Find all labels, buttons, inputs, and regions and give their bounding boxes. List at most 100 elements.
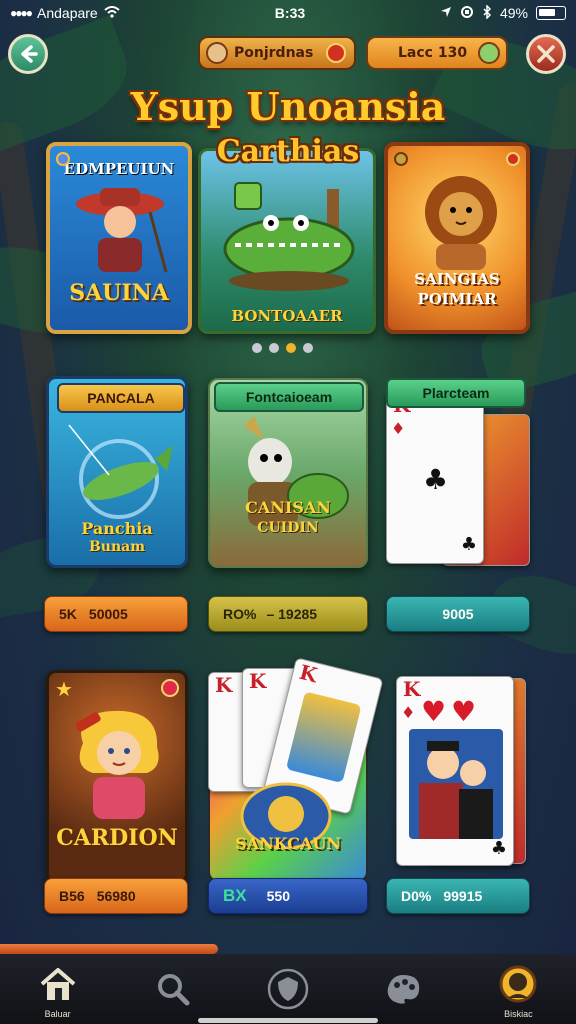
- stat-value: – 19285: [266, 606, 318, 622]
- featured-card-lion[interactable]: SAINGIAS POIMIAR: [384, 142, 530, 334]
- game-card-subtitle: Bunam: [88, 539, 146, 555]
- profile-badge-icon: [499, 965, 537, 1003]
- card-rank: K: [215, 673, 233, 697]
- page-title: Ysup Unoansia: [130, 84, 446, 129]
- tools-button[interactable]: [526, 34, 566, 74]
- featured-card-crocodile[interactable]: BONTOAAER: [198, 148, 376, 334]
- game-card-royal[interactable]: K ♦ ♥ ♥ ♣: [386, 672, 530, 882]
- shield-icon: [267, 968, 309, 1010]
- nav-home[interactable]: Baluar: [23, 957, 93, 1021]
- carousel-pager[interactable]: [252, 343, 313, 353]
- player-avatar: [206, 42, 228, 64]
- star-icon: ★: [55, 677, 73, 701]
- game-card-sankcaun[interactable]: K K K SANKCAUN: [208, 657, 384, 882]
- stat-pill[interactable]: 9005: [386, 596, 530, 632]
- currency-pill-right[interactable]: Lacc 130: [366, 36, 508, 70]
- carrier-name: Andapare: [37, 5, 98, 21]
- signal-icon: ●●●●: [10, 6, 33, 20]
- progress-bar: [0, 944, 218, 954]
- diamond-icon: ♦: [391, 419, 406, 438]
- nav-search[interactable]: [138, 957, 208, 1021]
- goblin-illustration: [244, 416, 349, 526]
- gem-badge-icon: [326, 43, 346, 63]
- rotation-lock-icon: [460, 5, 474, 22]
- game-card-title: CANISAN: [245, 498, 331, 517]
- stat-pill[interactable]: D0% 99915: [386, 878, 530, 914]
- stat-value: 50005: [88, 606, 128, 622]
- featured-card-name: POIMIAR: [417, 290, 497, 308]
- featured-card-fisherman[interactable]: EDMPEUIUN SAUINA: [46, 142, 192, 334]
- status-time: B:33: [274, 5, 306, 21]
- club-icon: ♣: [490, 838, 507, 859]
- battery-percent: 49%: [499, 5, 528, 21]
- home-indicator: [198, 1018, 378, 1023]
- stat-pill[interactable]: BX 550: [208, 878, 368, 914]
- stat-prefix: RO%: [223, 606, 257, 622]
- game-card-title: CARDION: [56, 825, 178, 851]
- heart-icon: ♥: [451, 695, 477, 728]
- stat-prefix: D0%: [401, 888, 432, 904]
- playing-card: K ♦ ♥ ♥ ♣: [396, 676, 514, 866]
- location-icon: [440, 5, 452, 21]
- page-subtitle: Carthias: [216, 134, 360, 169]
- pager-dot[interactable]: [269, 343, 279, 353]
- game-card-fontcaioeam[interactable]: Fontcaioeam CANISAN CUIDIN: [208, 378, 368, 568]
- pager-dot-active[interactable]: [286, 343, 296, 353]
- stat-prefix: BX: [223, 886, 247, 905]
- wifi-icon: [104, 5, 120, 21]
- friend-avatar: [478, 42, 500, 64]
- stat-pill[interactable]: 5K 50005: [44, 596, 188, 632]
- game-card-plarcteam[interactable]: Plarcteam K ♦ ♣ ♣: [386, 378, 530, 568]
- jack-figure-icon: [285, 691, 362, 784]
- search-icon: [157, 974, 190, 1006]
- home-icon: [40, 968, 75, 1000]
- nav-profile-label: Biskiac: [504, 1009, 533, 1019]
- pager-dot[interactable]: [252, 343, 262, 353]
- bluetooth-icon: [482, 3, 492, 22]
- game-card-ribbon: Fontcaioeam: [214, 382, 364, 412]
- currency-right-label: Lacc 130: [398, 45, 468, 61]
- stat-pill[interactable]: RO% – 19285: [208, 596, 368, 632]
- fish-illustration: [68, 424, 173, 519]
- crossed-tools-icon: [537, 45, 555, 63]
- royal-couple-illustration: [409, 729, 503, 839]
- back-button[interactable]: [8, 34, 48, 74]
- club-icon: ♣: [423, 463, 449, 496]
- playing-card: K ♦ ♣ ♣: [386, 392, 484, 564]
- game-card-ribbon: Plarcteam: [386, 378, 526, 408]
- palette-icon: [387, 975, 420, 1004]
- nav-palette[interactable]: [368, 957, 438, 1021]
- battery-icon: [536, 6, 566, 20]
- nav-profile[interactable]: Biskiac: [483, 957, 553, 1021]
- crocodile-illustration: [223, 182, 355, 291]
- stat-prefix: B56: [59, 888, 85, 904]
- lion-illustration: [425, 176, 497, 270]
- stat-value: 550: [266, 888, 290, 904]
- featured-card-name: BONTOAAER: [231, 307, 343, 325]
- currency-pill-left[interactable]: Ponjrdnas: [198, 36, 356, 70]
- stat-prefix: 5K: [59, 606, 77, 622]
- nav-shield[interactable]: [253, 957, 323, 1021]
- diamond-icon: ♦: [401, 703, 416, 722]
- arrow-left-icon: [21, 45, 38, 63]
- heart-icon: ♥: [421, 695, 447, 728]
- card-rank: K: [403, 677, 421, 701]
- stat-value: 56980: [96, 888, 136, 904]
- girl-illustration: [75, 710, 159, 819]
- nav-home-label: Baluar: [44, 1009, 71, 1019]
- featured-card-title: SAINGIAS: [414, 270, 500, 288]
- game-card-title: SANKCAUN: [235, 834, 341, 853]
- card-rank: K: [297, 659, 320, 688]
- ruby-icon: [161, 679, 179, 697]
- currency-left-label: Ponjrdnas: [234, 45, 314, 61]
- game-card-pancala[interactable]: PANCALA Panchia Bunam: [46, 376, 188, 568]
- featured-card-name: SAUINA: [69, 280, 169, 306]
- game-card-cardion[interactable]: ★ CARDION: [46, 670, 188, 884]
- card-rank: K: [249, 669, 267, 693]
- stat-value: 99915: [443, 888, 483, 904]
- stat-value: 9005: [442, 606, 474, 622]
- game-card-subtitle: CUIDIN: [257, 520, 319, 536]
- club-icon: ♣: [460, 534, 477, 555]
- pager-dot[interactable]: [303, 343, 313, 353]
- stat-pill[interactable]: B56 56980: [44, 878, 188, 914]
